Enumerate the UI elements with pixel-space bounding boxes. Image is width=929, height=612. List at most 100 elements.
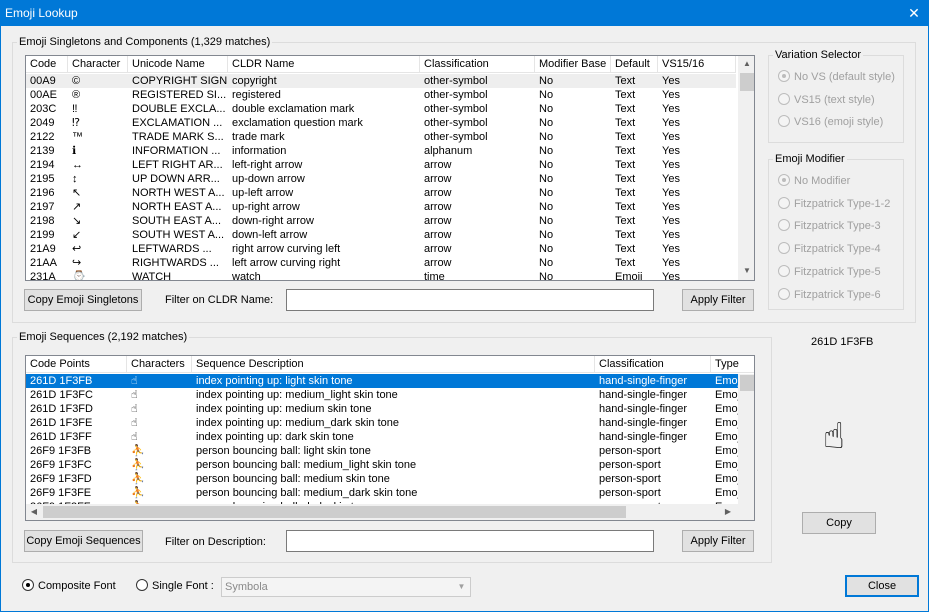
column-header-code[interactable]: Code [26,56,68,73]
table-row[interactable]: 2197 ↗ NORTH EAST A... up-right arrow arrow N… [26,200,736,214]
scroll-down-arrow-icon[interactable]: ▼ [739,263,754,279]
cell-unicode-name: NORTH EAST A... [132,201,222,213]
column-header-type[interactable]: Type [711,356,754,373]
column-header-modifier-base[interactable]: Modifier Base [535,56,611,73]
h-scroll-thumb[interactable] [43,506,626,518]
table-row[interactable]: 2196 ↖ NORTH WEST A... up-left arrow arrow No… [26,186,736,200]
column-header-character[interactable]: Character [68,56,128,73]
radio-label: Fitzpatrick Type-6 [794,288,881,301]
scroll-right-arrow-icon[interactable]: ▶ [720,504,736,520]
table-row[interactable]: 261D 1F3FF ☝ index pointing up: dark skin … [26,430,754,444]
table-row[interactable]: 2199 ↙ SOUTH WEST A... down-left arrow arrow… [26,228,736,242]
cell-classification: person-sport [599,445,661,457]
copy-preview-button[interactable]: Copy [802,512,876,534]
composite-font-radio[interactable]: Composite Font [22,579,116,594]
cell-classification: arrow [424,229,452,241]
radio-label: Fitzpatrick Type-5 [794,265,881,278]
cell-classification: arrow [424,243,452,255]
column-header-unicode-name[interactable]: Unicode Name [128,56,228,73]
cell-sequence-description: index pointing up: medium_dark skin tone [196,417,400,429]
table-row[interactable]: 261D 1F3FC ☝ index pointing up: medium_lig… [26,388,754,402]
cell-modifier-base: No [539,159,554,171]
column-header-seq-classification[interactable]: Classification [595,356,711,373]
variation-selector-option[interactable]: No VS (default style) [778,70,895,85]
cell-classification: hand-single-finger [599,375,688,387]
cell-vs: Yes [662,229,680,241]
preview-glyph: ☝ [823,415,845,456]
variation-selector-option[interactable]: VS15 (text style) [778,92,875,108]
cell-default: Text [615,201,636,213]
column-header-classification[interactable]: Classification [420,56,535,73]
close-window-icon[interactable]: ✕ [899,0,929,26]
table-row[interactable]: 261D 1F3FD ☝ index pointing up: medium ski… [26,402,754,416]
column-header-sequence-description[interactable]: Sequence Description [192,356,595,373]
singletons-vscrollbar[interactable]: ▲ ▼ [738,56,754,280]
radio-label: Fitzpatrick Type-4 [794,243,881,256]
scroll-left-arrow-icon[interactable]: ◀ [26,504,42,520]
scroll-thumb[interactable] [740,73,754,91]
emoji-modifier-option[interactable]: Fitzpatrick Type-4 [778,242,881,257]
copy-emoji-sequences-button[interactable]: Copy Emoji Sequences [24,530,143,552]
table-row[interactable]: 2195 ↕ UP DOWN ARR... up-down arrow arrow No T… [26,172,736,186]
table-row[interactable]: 26F9 1F3FE ⛹ person bouncing ball: medium_… [26,486,754,500]
table-row[interactable]: 2198 ↘ SOUTH EAST A... down-right arrow arro… [26,214,736,228]
column-header-default[interactable]: Default [611,56,658,73]
emoji-modifier-label: Emoji Modifier [775,153,845,165]
cell-code: 2195 [30,173,55,185]
sequences-list[interactable]: Code Points Characters Sequence Descript… [25,355,755,521]
close-button[interactable]: Close [845,575,919,597]
single-font-radio[interactable]: Single Font : [136,579,214,594]
table-row[interactable]: 00AE ® REGISTERED SI... registered other-sym… [26,88,736,102]
sequences-vscrollbar[interactable] [738,374,754,504]
cell-classification: other-symbol [424,103,488,115]
table-row[interactable]: 2049 ⁉ EXCLAMATION ... exclamation question… [26,116,736,130]
cell-cldr-name: left arrow curving right [232,257,341,269]
scroll-up-arrow-icon[interactable]: ▲ [739,56,754,72]
cell-cldr-name: down-left arrow [232,229,308,241]
table-row[interactable]: 21AA ↪ RIGHTWARDS ... left arrow curving ri… [26,256,736,270]
table-row[interactable]: 261D 1F3FB ☝ index pointing up: light skin… [26,374,754,388]
singletons-list[interactable]: Code Character Unicode Name CLDR Name Cl… [25,55,755,281]
column-header-characters[interactable]: Characters [127,356,192,373]
apply-cldr-filter-button[interactable]: Apply Filter [682,289,754,311]
table-row[interactable]: 26F9 1F3FC ⛹ person bouncing ball: medium_… [26,458,754,472]
cell-character: ℹ [72,145,77,157]
cell-cldr-name: left-right arrow [232,159,303,171]
font-select: Symbola ▼ [221,577,471,597]
table-row[interactable]: 26F9 1F3FD ⛹ person bouncing ball: medium … [26,472,754,486]
cell-sequence-description: index pointing up: medium skin tone [196,403,372,415]
radio-unselected-icon [778,287,790,300]
table-row[interactable]: 21A9 ↩ LEFTWARDS ... right arrow curving le… [26,242,736,256]
cell-characters: ☝ [131,417,138,429]
cell-sequence-description: person bouncing ball: medium skin tone [196,473,390,485]
emoji-modifier-option[interactable]: Fitzpatrick Type-5 [778,264,881,280]
scroll-thumb[interactable] [740,375,754,391]
cell-code: 2139 [30,145,55,157]
singletons-header: Code Character Unicode Name CLDR Name Cl… [26,56,736,73]
table-row[interactable]: 261D 1F3FE ☝ index pointing up: medium_dar… [26,416,754,430]
table-row[interactable]: 2194 ↔ LEFT RIGHT AR... left-right arrow arr… [26,158,736,172]
emoji-modifier-option[interactable]: Fitzpatrick Type-3 [778,219,881,234]
cell-vs: Yes [662,145,680,157]
table-row[interactable]: 2139 ℹ INFORMATION ... information alphanum N… [26,144,736,158]
cldr-filter-input[interactable] [286,289,654,311]
emoji-modifier-option[interactable]: Fitzpatrick Type-1-2 [778,196,890,212]
copy-emoji-singletons-button[interactable]: Copy Emoji Singletons [24,289,142,311]
table-row[interactable]: 231A ⌚ WATCH watch time No Emoji Yes [26,270,736,280]
emoji-modifier-option[interactable]: No Modifier [778,174,850,189]
apply-description-filter-button[interactable]: Apply Filter [682,530,754,552]
column-header-vs[interactable]: VS15/16 [658,56,736,73]
column-header-code-points[interactable]: Code Points [26,356,127,373]
sequences-hscrollbar[interactable]: ◀ ▶ [26,504,754,520]
variation-selector-option[interactable]: VS16 (emoji style) [778,115,883,130]
emoji-modifier-option[interactable]: Fitzpatrick Type-6 [778,287,881,303]
singletons-rows: 00A9 © COPYRIGHT SIGN copyright other-symbol… [26,74,736,280]
description-filter-input[interactable] [286,530,654,552]
cell-code: 00A9 [30,75,56,87]
table-row[interactable]: 00A9 © COPYRIGHT SIGN copyright other-symbol… [26,74,736,88]
cell-modifier-base: No [539,131,554,143]
table-row[interactable]: 26F9 1F3FB ⛹ person bouncing ball: light s… [26,444,754,458]
table-row[interactable]: 2122 ™ TRADE MARK S... trade mark other-symb… [26,130,736,144]
column-header-cldr-name[interactable]: CLDR Name [228,56,420,73]
table-row[interactable]: 203C ‼ DOUBLE EXCLA... double exclamation m… [26,102,736,116]
